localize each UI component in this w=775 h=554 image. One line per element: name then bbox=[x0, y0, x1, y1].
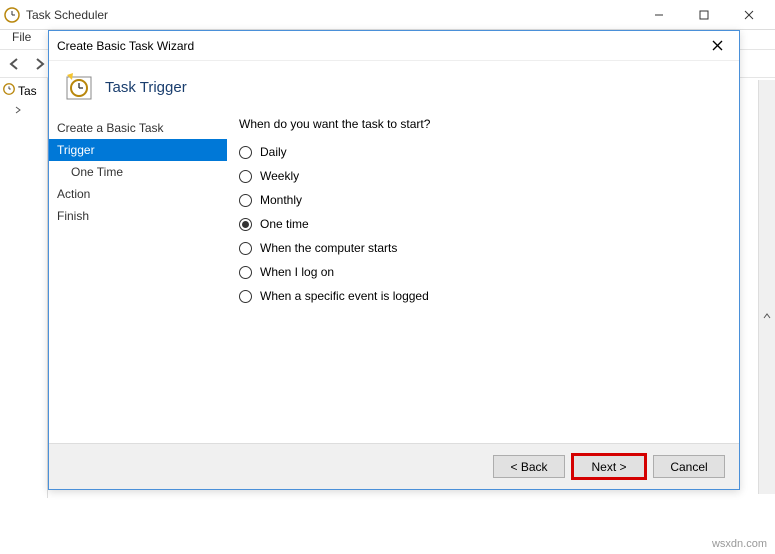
radio-icon bbox=[239, 242, 252, 255]
dialog-body: Create a Basic Task Trigger One Time Act… bbox=[49, 117, 739, 437]
radio-label: Daily bbox=[260, 145, 287, 159]
radio-daily[interactable]: Daily bbox=[239, 145, 727, 159]
radio-one-time[interactable]: One time bbox=[239, 217, 727, 231]
dialog-titlebar: Create Basic Task Wizard bbox=[49, 31, 739, 61]
app-title: Task Scheduler bbox=[26, 8, 636, 22]
radio-specific-event[interactable]: When a specific event is logged bbox=[239, 289, 727, 303]
radio-label: When I log on bbox=[260, 265, 334, 279]
forward-arrow-icon[interactable] bbox=[28, 53, 50, 75]
wizard-content: When do you want the task to start? Dail… bbox=[227, 117, 739, 437]
radio-weekly[interactable]: Weekly bbox=[239, 169, 727, 183]
radio-label: One time bbox=[260, 217, 309, 231]
radio-monthly[interactable]: Monthly bbox=[239, 193, 727, 207]
clock-icon bbox=[2, 82, 16, 99]
maximize-button[interactable] bbox=[681, 1, 726, 29]
nav-trigger[interactable]: Trigger bbox=[49, 139, 227, 161]
tree-root-label: Tas bbox=[18, 84, 37, 98]
radio-computer-starts[interactable]: When the computer starts bbox=[239, 241, 727, 255]
radio-icon bbox=[239, 194, 252, 207]
watermark: wsxdn.com bbox=[712, 538, 767, 550]
close-button[interactable] bbox=[726, 1, 771, 29]
next-button[interactable]: Next > bbox=[573, 455, 645, 478]
cancel-button[interactable]: Cancel bbox=[653, 455, 725, 478]
radio-icon bbox=[239, 218, 252, 231]
nav-create-task[interactable]: Create a Basic Task bbox=[49, 117, 227, 139]
dialog-header: Task Trigger bbox=[49, 61, 739, 117]
nav-action[interactable]: Action bbox=[49, 183, 227, 205]
trigger-question: When do you want the task to start? bbox=[239, 117, 727, 131]
wizard-clock-icon bbox=[63, 71, 95, 103]
wizard-dialog: Create Basic Task Wizard Task Trigger Cr… bbox=[48, 30, 740, 490]
back-button[interactable]: < Back bbox=[493, 455, 565, 478]
minimize-button[interactable] bbox=[636, 1, 681, 29]
radio-icon bbox=[239, 266, 252, 279]
tree-root-item[interactable]: Tas bbox=[2, 82, 45, 99]
radio-icon bbox=[239, 290, 252, 303]
wizard-nav: Create a Basic Task Trigger One Time Act… bbox=[49, 117, 227, 437]
nav-finish[interactable]: Finish bbox=[49, 205, 227, 227]
menu-file[interactable]: File bbox=[6, 28, 37, 46]
wizard-page-title: Task Trigger bbox=[105, 79, 187, 96]
tree-expand[interactable] bbox=[2, 103, 45, 117]
clock-icon bbox=[4, 7, 20, 23]
radio-label: Monthly bbox=[260, 193, 302, 207]
radio-icon bbox=[239, 170, 252, 183]
dialog-footer: < Back Next > Cancel bbox=[49, 443, 739, 489]
radio-label: When a specific event is logged bbox=[260, 289, 429, 303]
tree-panel: Tas bbox=[0, 78, 48, 498]
scrollbar[interactable] bbox=[758, 80, 775, 494]
nav-one-time[interactable]: One Time bbox=[49, 161, 227, 183]
radio-label: Weekly bbox=[260, 169, 299, 183]
radio-log-on[interactable]: When I log on bbox=[239, 265, 727, 279]
radio-label: When the computer starts bbox=[260, 241, 397, 255]
trigger-radiogroup: Daily Weekly Monthly One time When the c… bbox=[239, 145, 727, 303]
app-titlebar: Task Scheduler bbox=[0, 0, 775, 30]
chevron-right-icon bbox=[14, 103, 22, 117]
back-arrow-icon[interactable] bbox=[4, 53, 26, 75]
dialog-close-button[interactable] bbox=[703, 32, 731, 60]
scroll-arrow-icon[interactable] bbox=[761, 310, 773, 324]
radio-icon bbox=[239, 146, 252, 159]
dialog-window-title: Create Basic Task Wizard bbox=[57, 39, 703, 53]
